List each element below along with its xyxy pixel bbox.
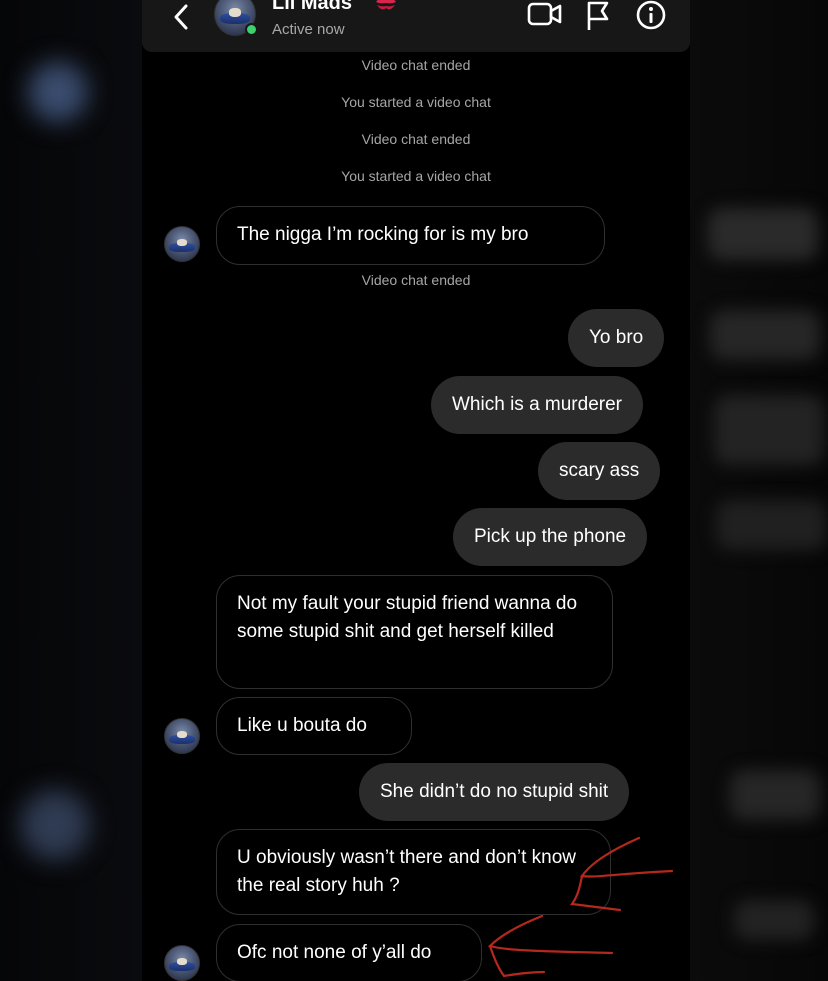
system-message: You started a video chat [341, 168, 491, 184]
screenshot-stage: Lil Mads Active now Video chat ended You… [0, 0, 828, 981]
flag-icon[interactable] [585, 0, 611, 32]
back-icon[interactable] [168, 3, 194, 31]
incoming-message[interactable]: Ofc not none of y’all do [216, 924, 482, 981]
outgoing-message[interactable]: She didn’t do no stupid shit [359, 763, 630, 821]
system-message: Video chat ended [361, 272, 471, 288]
active-status: Active now [272, 21, 345, 38]
outgoing-message[interactable]: scary ass [538, 442, 661, 500]
system-message: Video chat ended [361, 131, 471, 147]
contact-name[interactable]: Lil Mads [272, 0, 352, 15]
online-indicator [245, 23, 258, 36]
system-message: You started a video chat [341, 94, 491, 110]
sender-avatar[interactable] [164, 945, 200, 981]
incoming-message[interactable]: U obviously wasn’t there and don’t know … [216, 829, 611, 915]
outgoing-message[interactable]: Yo bro [568, 309, 665, 367]
info-icon[interactable] [635, 0, 667, 32]
sender-avatar[interactable] [164, 718, 200, 754]
blurred-right-background [690, 0, 828, 981]
outgoing-message[interactable]: Pick up the phone [453, 508, 648, 566]
chat-screen: Lil Mads Active now Video chat ended You… [142, 0, 690, 981]
incoming-message[interactable]: Like u bouta do [216, 697, 412, 755]
incoming-message[interactable]: The nigga I’m rocking for is my bro [216, 206, 605, 265]
kiss-mark-icon [376, 0, 396, 10]
system-message: Video chat ended [361, 57, 471, 73]
outgoing-message[interactable]: Which is a murderer [431, 376, 643, 434]
incoming-message[interactable]: Not my fault your stupid friend wanna do… [216, 575, 613, 689]
blurred-left-background [0, 0, 142, 981]
chat-header: Lil Mads Active now [142, 0, 690, 52]
video-call-icon[interactable] [527, 0, 563, 30]
sender-avatar[interactable] [164, 226, 200, 262]
